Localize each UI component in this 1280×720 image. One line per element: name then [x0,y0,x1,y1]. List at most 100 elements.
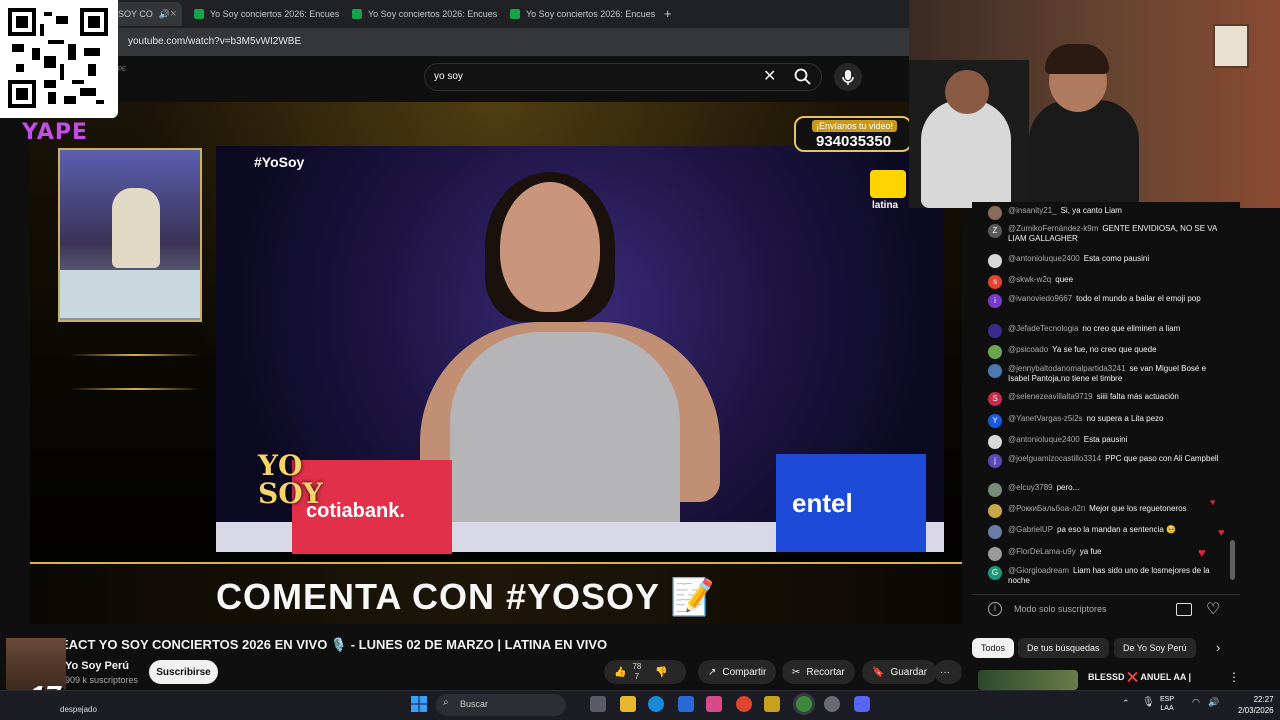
chat-author[interactable]: @elcuy3789 [1008,483,1053,492]
chat-scrollbar[interactable] [1230,540,1235,580]
volume-icon[interactable]: 🔊 [1208,697,1219,708]
video-player[interactable]: cotiabank. entel #YoSoy latina ¡Envíanos… [30,102,962,624]
chrome-icon[interactable] [736,696,752,712]
chat-author[interactable]: @jennybaltodanomalpartida3241 [1008,364,1126,373]
chevron-right-icon[interactable]: › [1216,640,1220,655]
discord-icon[interactable] [854,696,870,712]
heart-reaction-icon: ♥ [1210,497,1216,507]
task-view-icon[interactable] [590,696,606,712]
windows-start-icon[interactable] [411,696,427,712]
phone-number: 934035350 [816,133,892,150]
chip-todos[interactable]: Todos [972,638,1015,658]
close-icon[interactable]: × [497,8,498,20]
yosoy-logo: YO SOY [258,452,323,508]
chat-author[interactable]: @antonioluque2400 [1008,254,1080,263]
chat-author[interactable]: @ZumikoFernández-k9m [1008,224,1098,233]
chat-avatar [988,525,1002,539]
clip-button[interactable]: ✂ Recortar [782,660,855,684]
subscribe-button[interactable]: Suscribirse [149,660,218,684]
chevron-up-icon[interactable]: ⌃ [1122,698,1130,709]
browser-tab-1[interactable]: SOY CO 🔊 × [110,2,182,26]
close-icon[interactable]: × [339,8,340,20]
live-chat[interactable]: @insanity21_ Si, ya canto Liam Z @ZumikoFe… [972,202,1240,592]
file-explorer-icon[interactable] [620,696,636,712]
search-value: yo soy [434,71,463,82]
app-icon[interactable] [678,696,694,712]
inset-desk [60,270,200,318]
wifi-icon[interactable]: ◠ [1192,697,1200,708]
close-icon[interactable]: × [170,8,176,20]
chat-author[interactable]: @psicoado [1008,345,1048,354]
browser-tab-4[interactable]: Yo Soy conciertos 2026: Encues × [502,2,656,26]
voice-search-button[interactable] [834,63,862,91]
edge-icon[interactable] [648,696,664,712]
recommendation-title[interactable]: BLESSD ❌ ANUEL AA | [1088,672,1191,683]
new-tab-icon[interactable]: + [664,6,672,21]
chat-author[interactable]: @JefadeTecnologia [1008,324,1078,333]
chat-author[interactable]: @insanity21_ [1008,206,1057,215]
url-field[interactable]: youtube.com/watch?v=b3M5vWI2WBE [128,36,301,47]
chat-text: Esta como pausini [1083,254,1150,263]
info-icon[interactable]: i [988,602,1002,616]
chat-avatar: s [988,275,1002,289]
chat-avatar: G [988,566,1002,580]
chat-author[interactable]: @FlorDeLama-u9y [1008,547,1076,556]
recommendation-thumbnail[interactable] [978,670,1078,690]
browser-tab-2[interactable]: Yo Soy conciertos 2026: Encues × [186,2,340,26]
thumbs-up-icon[interactable]: 👍 [614,667,626,678]
share-button[interactable]: ↗ Compartir [698,660,777,684]
chip-de-yo-soy-peru[interactable]: De Yo Soy Perú [1114,638,1196,658]
save-button[interactable]: 🔖 Guardar [862,660,938,684]
chat-avatar [988,254,1002,268]
browser-tab-3[interactable]: Yo Soy conciertos 2026: Encues × [344,2,498,26]
close-icon[interactable]: × [655,8,656,20]
inset-host [112,188,160,268]
phone-title: ¡Envíanos tu video! [812,120,898,132]
chip-de-tus-busquedas[interactable]: De tus búsquedas [1018,638,1109,658]
language-indicator[interactable]: ESP LAA [1160,695,1174,713]
youtube-logo[interactable]: PE [118,67,126,73]
chat-author[interactable]: @YanetVargas-z5i2s [1008,414,1083,423]
tab-label: Yo Soy conciertos 2026: Encues [368,9,498,19]
chat-author[interactable]: @selenezeavillalta9719 [1008,392,1093,401]
video-title: EACT YO SOY CONCIERTOS 2026 EN VIVO 🎙️ -… [60,637,608,652]
thumbs-down-icon[interactable]: 👎 [655,667,667,678]
lang-line1: ESP [1160,696,1175,703]
search-icon [794,68,811,85]
taskbar-search[interactable] [436,694,566,716]
chat-text: Si, ya canto Liam [1060,206,1122,215]
gold-divider [70,354,200,356]
clear-icon[interactable]: ✕ [763,66,776,86]
hashtag-label: #YoSoy [254,154,305,170]
app-icon[interactable] [824,696,840,712]
app-icon[interactable] [706,696,722,712]
chat-avatar [988,547,1002,561]
more-vert-icon[interactable]: ⋮ [1228,670,1240,684]
windows-logo-icon [411,696,427,712]
heart-icon[interactable]: ♡ [1206,599,1220,619]
taskbar [0,690,1280,720]
microphone-tray-icon[interactable]: 🎙 [1142,697,1155,708]
chat-author[interactable]: @joelguamizocastillo3314 [1008,454,1101,463]
chat-author[interactable]: @РоккиБальбоа-л2п [1008,504,1085,513]
system-clock[interactable]: 22:27 2/03/2026 [1238,694,1274,716]
microphone-icon [842,70,854,85]
chrome-active-icon[interactable] [796,696,812,712]
chat-author[interactable]: @antonioluque2400 [1008,435,1080,444]
chat-author[interactable]: @Giorgioadream [1008,566,1069,575]
chat-author[interactable]: @GabrielUP [1008,525,1053,534]
chat-message: @psicoado Ya se fue, no creo que quede [972,345,1222,359]
weather-label[interactable]: despejado [60,705,97,714]
super-chat-icon[interactable] [1176,603,1192,616]
yosoy-logo-line1: YO [258,449,303,482]
channel-name[interactable]: Yo Soy Perú [65,660,129,672]
more-actions-button[interactable]: ··· [934,660,962,684]
heart-reaction-icon: ♥ [1218,527,1225,539]
chat-author[interactable]: @ivanoviedo9667 [1008,294,1072,303]
chat-author[interactable]: @skwk-w2q [1008,275,1051,284]
scissors-icon: ✂ [792,666,801,678]
search-button[interactable] [790,64,816,90]
lang-line2: LAA [1160,705,1174,712]
chat-text: Ya se fue, no creo que quede [1052,345,1157,354]
app-icon[interactable] [764,696,780,712]
